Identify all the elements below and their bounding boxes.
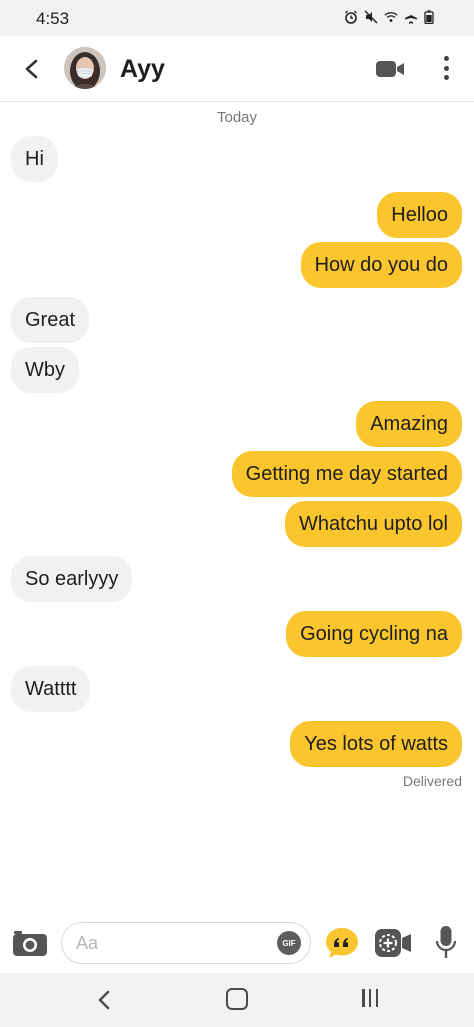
status-time: 4:53 xyxy=(36,9,70,28)
message-bubble-outgoing[interactable]: Yes lots of watts xyxy=(290,721,462,767)
message-bubble-outgoing[interactable]: Helloo xyxy=(377,192,462,238)
message-composer: GIF xyxy=(0,918,474,970)
more-options-button[interactable] xyxy=(434,52,458,84)
message-bubble-outgoing[interactable]: How do you do xyxy=(300,242,462,288)
system-nav-bar xyxy=(0,973,474,1027)
message-bubble-outgoing[interactable]: Going cycling na xyxy=(286,611,462,657)
contact-name[interactable]: Ayy xyxy=(120,55,165,84)
more-vertical-icon xyxy=(443,56,449,61)
message-bubble-outgoing[interactable]: Whatchu upto lol xyxy=(285,501,462,547)
battery-icon xyxy=(424,10,438,24)
add-media-icon xyxy=(375,929,411,957)
message-bubble-incoming[interactable]: So earlyyy xyxy=(11,556,133,602)
nav-recents-icon xyxy=(362,989,365,1007)
avatar[interactable] xyxy=(64,47,106,89)
message-input-wrapper: GIF xyxy=(61,922,311,964)
message-bubble-incoming[interactable]: Watttt xyxy=(11,666,91,712)
wifi-icon xyxy=(384,10,398,24)
microphone-button[interactable] xyxy=(434,924,458,962)
message-bubble-incoming[interactable]: Great xyxy=(11,297,90,343)
back-button[interactable] xyxy=(18,55,46,83)
day-separator: Today xyxy=(216,109,258,126)
microphone-icon xyxy=(435,926,457,958)
nav-back-icon xyxy=(98,990,110,1010)
camera-button[interactable] xyxy=(12,928,48,958)
add-media-button[interactable] xyxy=(373,926,413,960)
chat-header: Ayy xyxy=(0,36,474,102)
gif-button[interactable]: GIF xyxy=(277,931,301,955)
camera-icon xyxy=(13,931,47,956)
video-camera-icon xyxy=(376,61,404,77)
message-bubble-outgoing[interactable]: Amazing xyxy=(356,401,462,447)
status-bar: 4:53 xyxy=(0,0,474,36)
quote-icon xyxy=(326,928,358,958)
nav-recents-button[interactable] xyxy=(359,989,381,1011)
message-input[interactable] xyxy=(76,923,271,963)
airplane-icon xyxy=(404,10,418,24)
message-bubble-outgoing[interactable]: Getting me day started xyxy=(231,451,462,497)
delivery-status: Delivered xyxy=(402,773,462,789)
chevron-left-icon xyxy=(25,59,38,79)
mute-icon xyxy=(364,10,378,24)
nav-back-button[interactable] xyxy=(94,989,116,1011)
status-icons xyxy=(344,10,438,24)
alarm-icon xyxy=(344,10,358,24)
nav-home-button[interactable] xyxy=(226,988,248,1010)
message-bubble-incoming[interactable]: Wby xyxy=(11,347,79,393)
message-bubble-incoming[interactable]: Hi xyxy=(11,136,58,182)
video-call-button[interactable] xyxy=(374,56,406,82)
quote-button[interactable] xyxy=(324,926,360,960)
